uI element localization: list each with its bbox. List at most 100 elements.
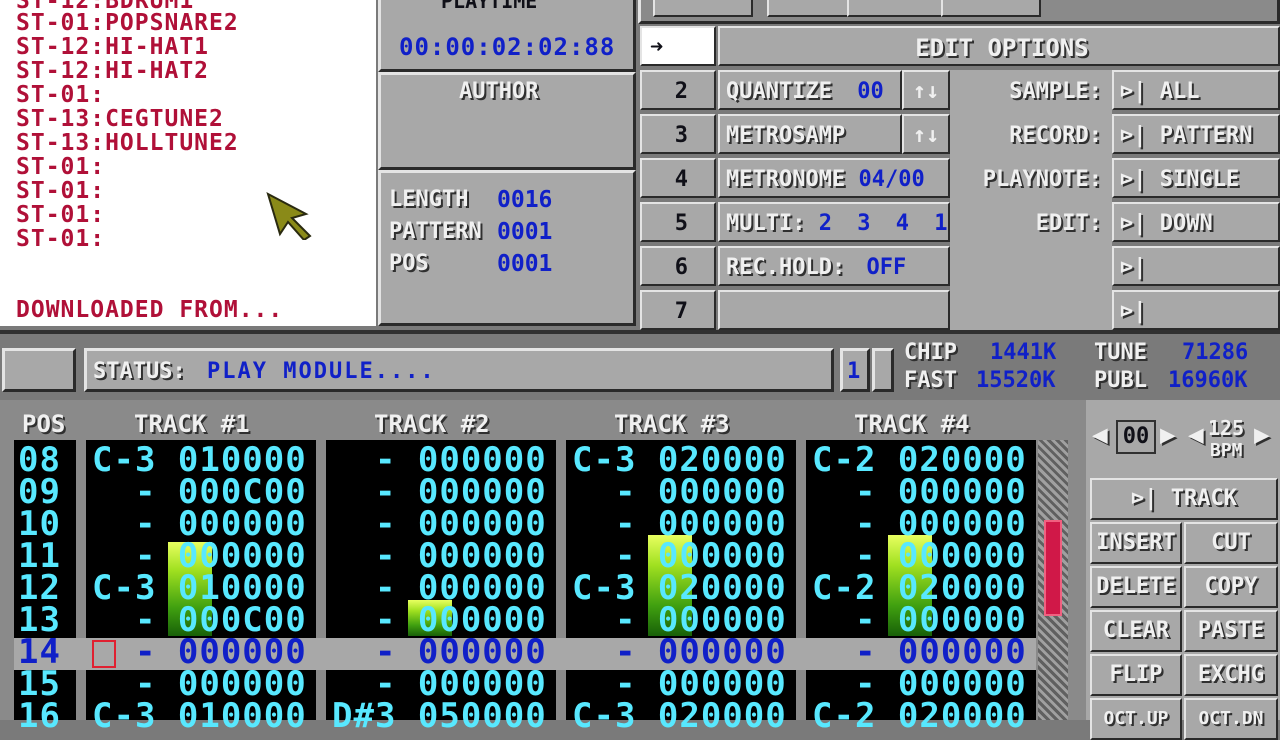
cut-button[interactable]: CUT [1184, 522, 1278, 564]
status-panel: STATUS: PLAY MODULE.... [84, 348, 834, 392]
length-label: LENGTH [389, 187, 469, 212]
option-tab-3[interactable]: 3 [640, 114, 716, 154]
divider [0, 330, 1280, 334]
bpm-value[interactable]: 125 [1208, 416, 1244, 440]
track-header-1[interactable]: TRACK #1 [134, 410, 250, 438]
pattern-cell[interactable]: D#3 050000 [332, 699, 547, 733]
pattern-cell[interactable]: - 000000 [572, 635, 787, 669]
option-tab-4[interactable]: 4 [640, 158, 716, 198]
sample-item[interactable]: ST-13:HOLLTUNE2 [16, 131, 239, 155]
sample-list[interactable]: ST-12:BDRUM1 ST-01:POPSNARE2 ST-12:HI-HA… [0, 0, 376, 326]
clear-button[interactable]: CLEAR [1090, 610, 1182, 652]
track-toggle-box[interactable] [872, 348, 894, 392]
sample-item[interactable]: ST-01:POPSNARE2 [16, 11, 239, 35]
arrow-down-icon[interactable]: ↓ [926, 79, 939, 104]
rec-mode-value: OFF [866, 255, 907, 280]
quantize-field[interactable]: QUANTIZE 00 [718, 70, 902, 110]
paste-button[interactable]: PASTE [1184, 610, 1278, 652]
pos-label: POS [389, 251, 429, 276]
mouse-pointer-icon [266, 192, 312, 240]
oct-down-button[interactable]: OCT.DN [1184, 698, 1278, 740]
sample-item[interactable]: ST-01: [16, 227, 105, 251]
status-label: STATUS: [93, 359, 186, 384]
tune-value: 71286 [1182, 340, 1249, 365]
pattern-cell[interactable]: C-3 020000 [572, 699, 787, 733]
octave-left-icon[interactable]: ◀ [1092, 420, 1108, 450]
top-button[interactable] [653, 0, 753, 17]
option-tab-1[interactable]: ➜ 1 [640, 26, 716, 100]
length-value[interactable]: 0016 [497, 187, 552, 213]
empty-mode-button[interactable]: ⊳| [1112, 246, 1280, 286]
oct-up-button[interactable]: OCT.UP [1090, 698, 1182, 740]
copy-button[interactable]: COPY [1184, 566, 1278, 608]
edit-mode-label: EDIT: [1035, 211, 1102, 236]
metronome-field[interactable]: METRONOME 04/00 [718, 158, 950, 198]
edit-options-title: EDIT OPTIONS [718, 26, 1280, 66]
track-number-box[interactable]: 1 [840, 348, 870, 392]
flip-button[interactable]: FLIP [1090, 654, 1182, 696]
cycle-icon: ⊳ [1120, 255, 1134, 280]
delete-button[interactable]: DELETE [1090, 566, 1182, 608]
record-mode-button[interactable]: ⊳| PATTERN [1112, 114, 1280, 154]
pattern-label: PATTERN [389, 219, 482, 244]
bpm-label: BPM [1210, 440, 1243, 461]
arrow-up-icon[interactable]: ↑ [913, 79, 926, 104]
sample-mode-button[interactable]: ⊳| ALL [1112, 70, 1280, 110]
sample-item[interactable]: ST-01: [16, 203, 105, 227]
publ-label: PUBL [1094, 368, 1147, 393]
sample-item[interactable]: ST-12:HI-HAT1 [16, 35, 209, 59]
playnote-mode-button[interactable]: ⊳| SINGLE [1112, 158, 1280, 198]
track-header-4[interactable]: TRACK #4 [854, 410, 970, 438]
insert-button[interactable]: INSERT [1090, 522, 1182, 564]
pos-value[interactable]: 0001 [497, 251, 552, 277]
multi-value: 2 3 4 1 [818, 211, 954, 236]
metrosamp-arrows[interactable]: ↑↓ [902, 114, 950, 154]
arrow-down-icon[interactable]: ↓ [926, 123, 939, 148]
arrow-up-icon[interactable]: ↑ [913, 123, 926, 148]
pattern-value[interactable]: 0001 [497, 219, 552, 245]
pattern-cell[interactable]: - 000000 [332, 635, 547, 669]
option-tab-6[interactable]: 6 [640, 246, 716, 286]
edit-mode-button[interactable]: ⊳| DOWN [1112, 202, 1280, 242]
empty-mode-button[interactable]: ⊳| [1112, 290, 1280, 330]
pattern-cell[interactable]: C-2 020000 [812, 699, 1027, 733]
sample-mode-label: SAMPLE: [1009, 79, 1102, 104]
pattern-position: 16 [18, 696, 61, 736]
track-header-3[interactable]: TRACK #3 [614, 410, 730, 438]
top-button[interactable] [847, 0, 947, 17]
exchg-button[interactable]: EXCHG [1184, 654, 1278, 696]
options-top-strip [638, 0, 1280, 24]
track-mode-button[interactable]: ⊳| TRACK [1090, 478, 1278, 520]
octave-right-icon[interactable]: ▶ [1160, 420, 1176, 450]
option-tab-7[interactable]: 7 [640, 290, 716, 330]
pattern-cell[interactable]: - 000000 [92, 635, 307, 669]
sample-item[interactable]: ST-12:HI-HAT2 [16, 59, 209, 83]
top-button[interactable] [941, 0, 1041, 17]
quantize-value: 00 [857, 79, 884, 104]
multi-field[interactable]: MULTI: 2 3 4 1 [718, 202, 950, 242]
bpm-left-icon[interactable]: ◀ [1188, 420, 1204, 450]
pos-column-header: POS [22, 410, 66, 438]
tune-label: TUNE [1094, 340, 1147, 365]
octave-value[interactable]: 00 [1116, 420, 1156, 454]
sample-item[interactable]: ST-01: [16, 83, 105, 107]
track-header-2[interactable]: TRACK #2 [374, 410, 490, 438]
pattern-position: 14 [18, 632, 61, 672]
sample-item[interactable]: ST-01: [16, 155, 105, 179]
bpm-right-icon[interactable]: ▶ [1254, 420, 1270, 450]
playtime-value: 00:00:02:02:88 [399, 33, 616, 61]
option-tab-5[interactable]: 5 [640, 202, 716, 242]
sample-item[interactable]: ST-13:CEGTUNE2 [16, 107, 224, 131]
quantize-arrows[interactable]: ↑↓ [902, 70, 950, 110]
pattern-cell[interactable]: C-3 010000 [92, 699, 307, 733]
empty-option [718, 290, 950, 330]
cycle-icon: ⊳ [1131, 486, 1145, 511]
option-tab-2[interactable]: 2 [640, 70, 716, 110]
metronome-value: 04/00 [858, 167, 925, 192]
song-info-panel: LENGTH 0016 PATTERN 0001 POS 0001 [378, 170, 636, 326]
sample-item[interactable]: ST-01: [16, 179, 105, 203]
pattern-cell[interactable]: - 000000 [812, 635, 1027, 669]
rec-mode-field[interactable]: REC.HOLD: OFF [718, 246, 950, 286]
scrollbar-thumb[interactable] [1044, 520, 1062, 616]
metrosamp-field[interactable]: METROSAMP [718, 114, 902, 154]
